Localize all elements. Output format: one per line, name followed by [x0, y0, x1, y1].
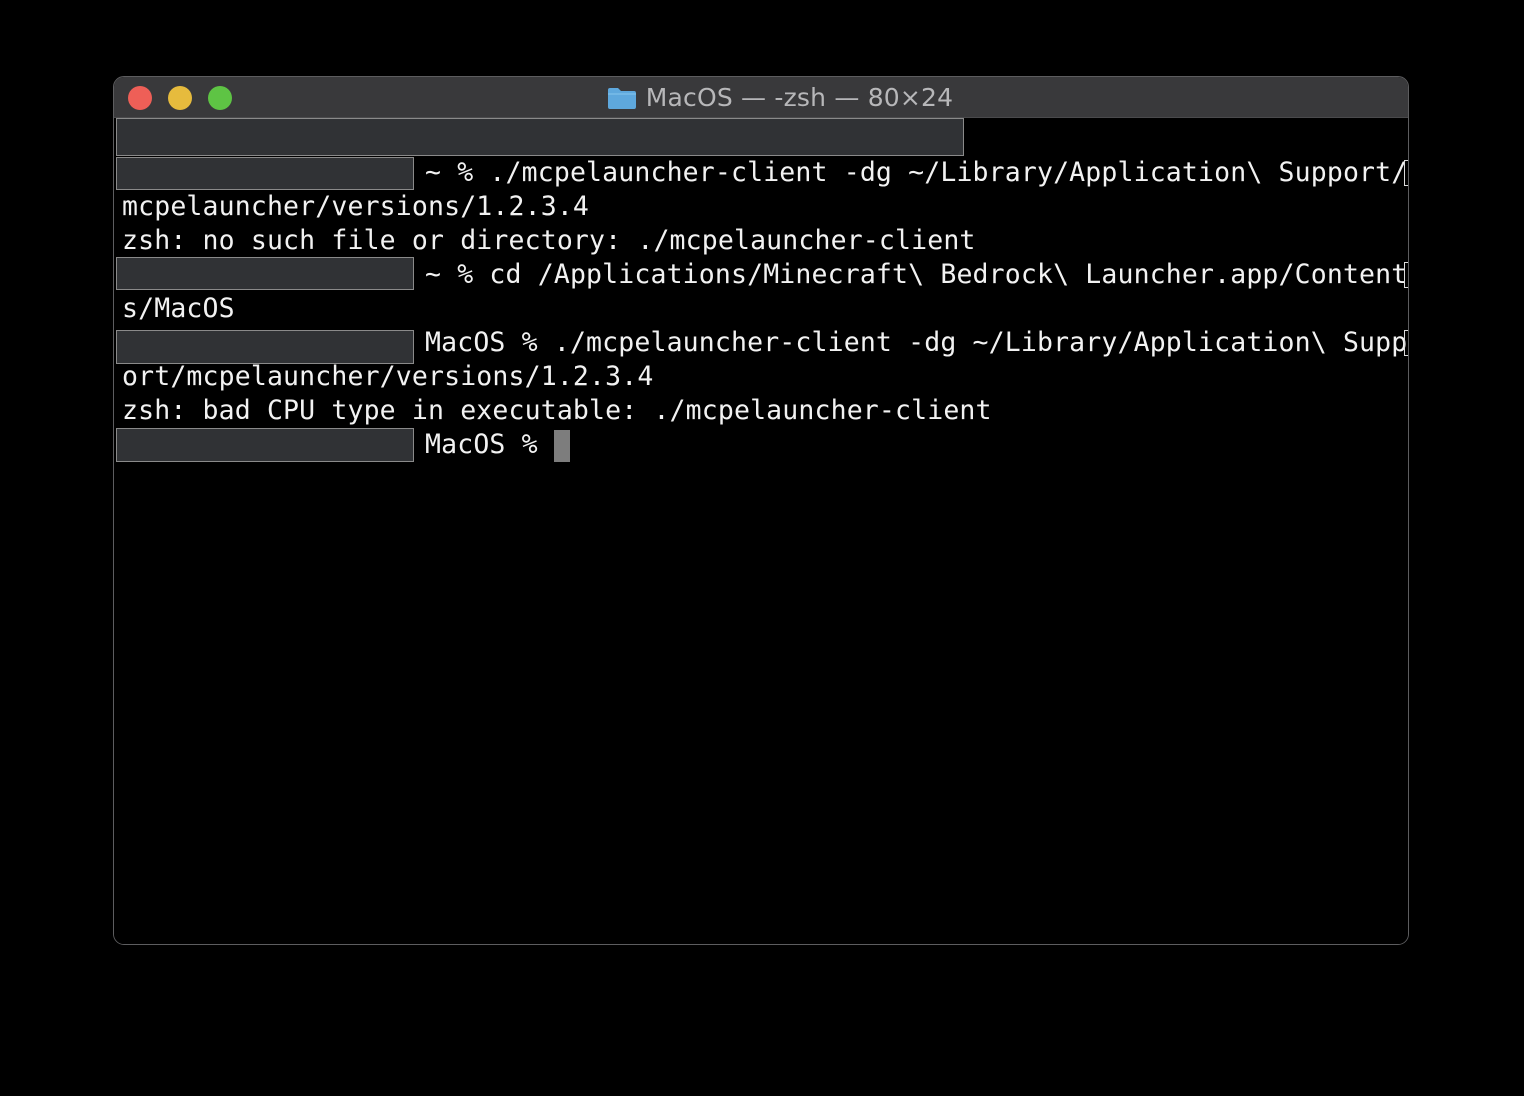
- terminal-line: s/MacOS: [122, 293, 235, 324]
- terminal-line: ~ % cd /Applications/Minecraft\ Bedrock\…: [425, 259, 1408, 290]
- terminal-output[interactable]: ~ % ./mcpelauncher-client -dg ~/Library/…: [114, 118, 1408, 944]
- wrap-marker-icon: [1404, 262, 1408, 288]
- window-title: MacOS — -zsh — 80×24: [114, 77, 1408, 118]
- terminal-line: zsh: no such file or directory: ./mcpela…: [122, 225, 976, 256]
- terminal-window: MacOS — -zsh — 80×24 ~ % ./mcpelauncher-…: [113, 76, 1409, 945]
- text-cursor: [554, 430, 570, 462]
- window-title-text: MacOS — -zsh — 80×24: [645, 83, 954, 112]
- titlebar[interactable]: MacOS — -zsh — 80×24: [114, 77, 1408, 118]
- terminal-line: mcpelauncher/versions/1.2.3.4: [122, 191, 590, 222]
- terminal-line: MacOS % ./mcpelauncher-client -dg ~/Libr…: [425, 327, 1408, 358]
- redacted-prompt: [116, 257, 414, 290]
- terminal-line: MacOS %: [425, 429, 538, 460]
- terminal-line: ort/mcpelauncher/versions/1.2.3.4: [122, 361, 654, 392]
- redacted-prompt: [116, 330, 414, 364]
- terminal-line: ~ % ./mcpelauncher-client -dg ~/Library/…: [425, 157, 1408, 188]
- wrap-marker-icon: [1404, 160, 1408, 186]
- wrap-marker-icon: [1404, 330, 1408, 356]
- terminal-line: zsh: bad CPU type in executable: ./mcpel…: [122, 395, 992, 426]
- redacted-block: [116, 118, 964, 156]
- redacted-prompt: [116, 428, 414, 462]
- folder-icon: [607, 86, 637, 110]
- redacted-prompt: [116, 157, 414, 190]
